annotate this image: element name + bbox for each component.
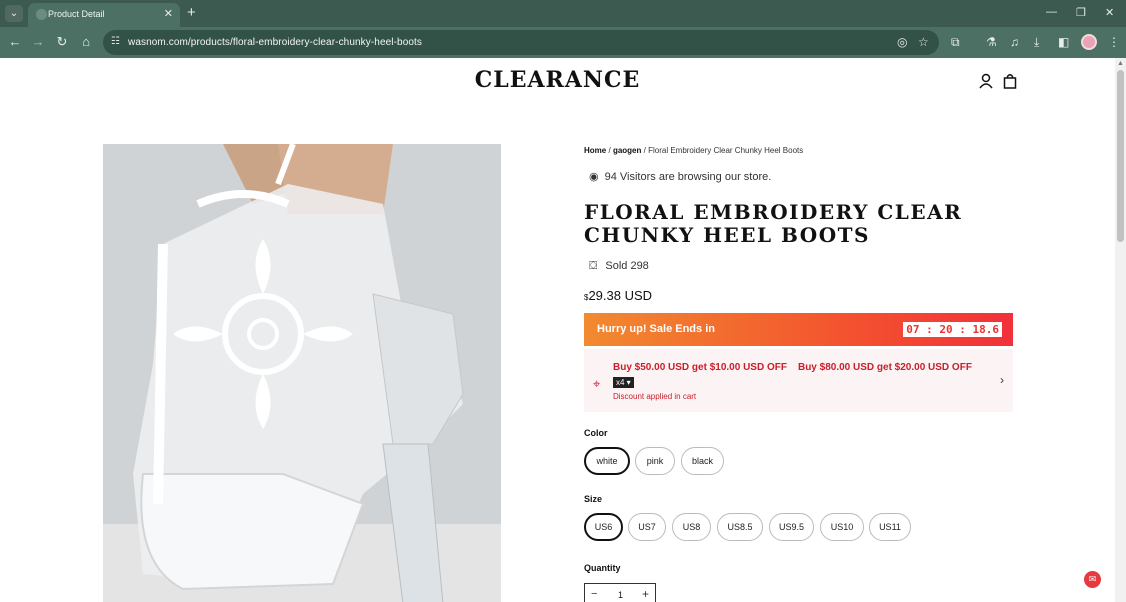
bag-icon: ⛋: [589, 260, 598, 272]
browser-tab[interactable]: Product Detail ✕: [28, 3, 180, 27]
size-option-us8-5[interactable]: US8.5: [717, 513, 763, 541]
size-option-us6[interactable]: US6: [584, 513, 623, 541]
extensions-icon[interactable]: ⧉: [951, 35, 960, 50]
price-tag-icon: ⌖: [593, 376, 601, 391]
price-value: 29.38 USD: [588, 288, 653, 303]
size-option-us10[interactable]: US10: [820, 513, 864, 541]
scrollbar-thumb[interactable]: [1117, 70, 1124, 242]
sold-text: Sold 298: [605, 260, 649, 272]
discount-multiplier-dropdown[interactable]: x4 ▾: [613, 377, 634, 388]
product-title: FLORAL EMBROIDERY CLEAR CHUNKY HEEL BOOT…: [584, 200, 963, 247]
visitor-count: ◉ 94 Visitors are browsing our store.: [589, 170, 771, 183]
discount-applied-text: Discount applied in cart: [613, 392, 697, 401]
browser-tab-bar: ⌄ Product Detail ✕ + — ❐ ✕: [0, 0, 1126, 27]
breadcrumb: Home / gaogen / Floral Embroidery Clear …: [584, 146, 803, 155]
discount-offer-1: Buy $50.00 USD get $10.00 USD OFF: [613, 362, 787, 373]
site-logo[interactable]: CLEARANCE: [0, 67, 1115, 93]
eye-off-icon[interactable]: ◎: [897, 35, 907, 49]
chat-widget-icon[interactable]: ✉: [1084, 571, 1101, 588]
browser-toolbar: ← → ↻ ⌂ ☷ wasnom.com/products/floral-emb…: [0, 27, 1126, 58]
size-option-us7[interactable]: US7: [628, 513, 666, 541]
sale-countdown-banner: Hurry up! Sale Ends in 07 : 20 : 18.6: [584, 313, 1013, 346]
scroll-up-icon[interactable]: ▲: [1117, 60, 1124, 67]
countdown-timer: 07 : 20 : 18.6: [903, 322, 1002, 337]
breadcrumb-separator: /: [643, 146, 646, 155]
tab-title: Product Detail: [48, 9, 105, 19]
back-icon[interactable]: ←: [7, 34, 23, 49]
color-option-white[interactable]: white: [584, 447, 630, 475]
account-icon[interactable]: [979, 73, 993, 89]
profile-avatar[interactable]: [1081, 34, 1097, 50]
sold-count: ⛋ Sold 298: [589, 260, 649, 273]
quantity-input[interactable]: 1: [618, 590, 623, 600]
color-label: Color: [584, 428, 608, 438]
forward-icon[interactable]: →: [30, 34, 46, 49]
address-bar[interactable]: ☷ wasnom.com/products/floral-embroidery-…: [103, 30, 939, 55]
size-option-us11[interactable]: US11: [869, 513, 911, 541]
product-image[interactable]: [103, 144, 501, 602]
product-price: $29.38 USD: [584, 288, 652, 303]
window-close-icon[interactable]: ✕: [1105, 6, 1114, 19]
discount-offers: Buy $50.00 USD get $10.00 USD OFF Buy $80…: [613, 362, 972, 373]
side-panel-icon[interactable]: ◧: [1058, 35, 1069, 49]
quantity-label: Quantity: [584, 563, 621, 573]
site-info-icon[interactable]: ☷: [111, 36, 120, 47]
quantity-decrease-button[interactable]: −: [591, 588, 597, 600]
tab-search-icon[interactable]: ⌄: [5, 5, 23, 22]
bookmark-star-icon[interactable]: ☆: [918, 35, 929, 49]
chevron-right-icon[interactable]: ›: [1000, 373, 1004, 387]
download-icon[interactable]: ⤓: [1034, 35, 1039, 50]
sale-label: Hurry up! Sale Ends in: [597, 323, 715, 335]
color-option-black[interactable]: black: [681, 447, 724, 475]
page-scrollbar[interactable]: ▲: [1115, 58, 1126, 602]
breadcrumb-current: Floral Embroidery Clear Chunky Heel Boot…: [648, 146, 804, 155]
size-option-us9-5[interactable]: US9.5: [769, 513, 814, 541]
restore-icon[interactable]: ❐: [1076, 6, 1086, 19]
new-tab-icon[interactable]: +: [187, 4, 196, 21]
cart-icon[interactable]: [1003, 73, 1017, 89]
minimize-icon[interactable]: —: [1046, 6, 1057, 18]
eye-icon: ◉: [589, 171, 599, 183]
tab-favicon-icon: [36, 9, 47, 20]
reload-icon[interactable]: ↻: [54, 34, 70, 50]
visitor-text: 94 Visitors are browsing our store.: [604, 171, 772, 183]
volume-discount-box[interactable]: ⌖ Buy $50.00 USD get $10.00 USD OFF Buy $…: [584, 349, 1013, 412]
media-icon[interactable]: ♫: [1010, 35, 1019, 49]
boot-illustration: [103, 144, 501, 602]
quantity-increase-button[interactable]: +: [642, 587, 649, 601]
tab-close-icon[interactable]: ✕: [164, 7, 173, 20]
color-option-pink[interactable]: pink: [635, 447, 675, 475]
size-label: Size: [584, 494, 603, 504]
size-option-us8[interactable]: US8: [672, 513, 711, 541]
home-icon[interactable]: ⌂: [78, 34, 94, 49]
quantity-stepper[interactable]: − 1 +: [584, 583, 656, 602]
web-page: CLEARANCE Home / gaogen / Floral Embroid…: [0, 58, 1115, 602]
url-text[interactable]: wasnom.com/products/floral-embroidery-cl…: [128, 37, 422, 48]
breadcrumb-separator: /: [608, 146, 611, 155]
breadcrumb-home[interactable]: Home: [584, 146, 606, 155]
browser-menu-icon[interactable]: ⋮: [1108, 35, 1120, 49]
discount-offer-2: Buy $80.00 USD get $20.00 USD OFF: [797, 362, 972, 373]
labs-icon[interactable]: ⚗: [986, 35, 997, 49]
breadcrumb-category[interactable]: gaogen: [613, 146, 641, 155]
